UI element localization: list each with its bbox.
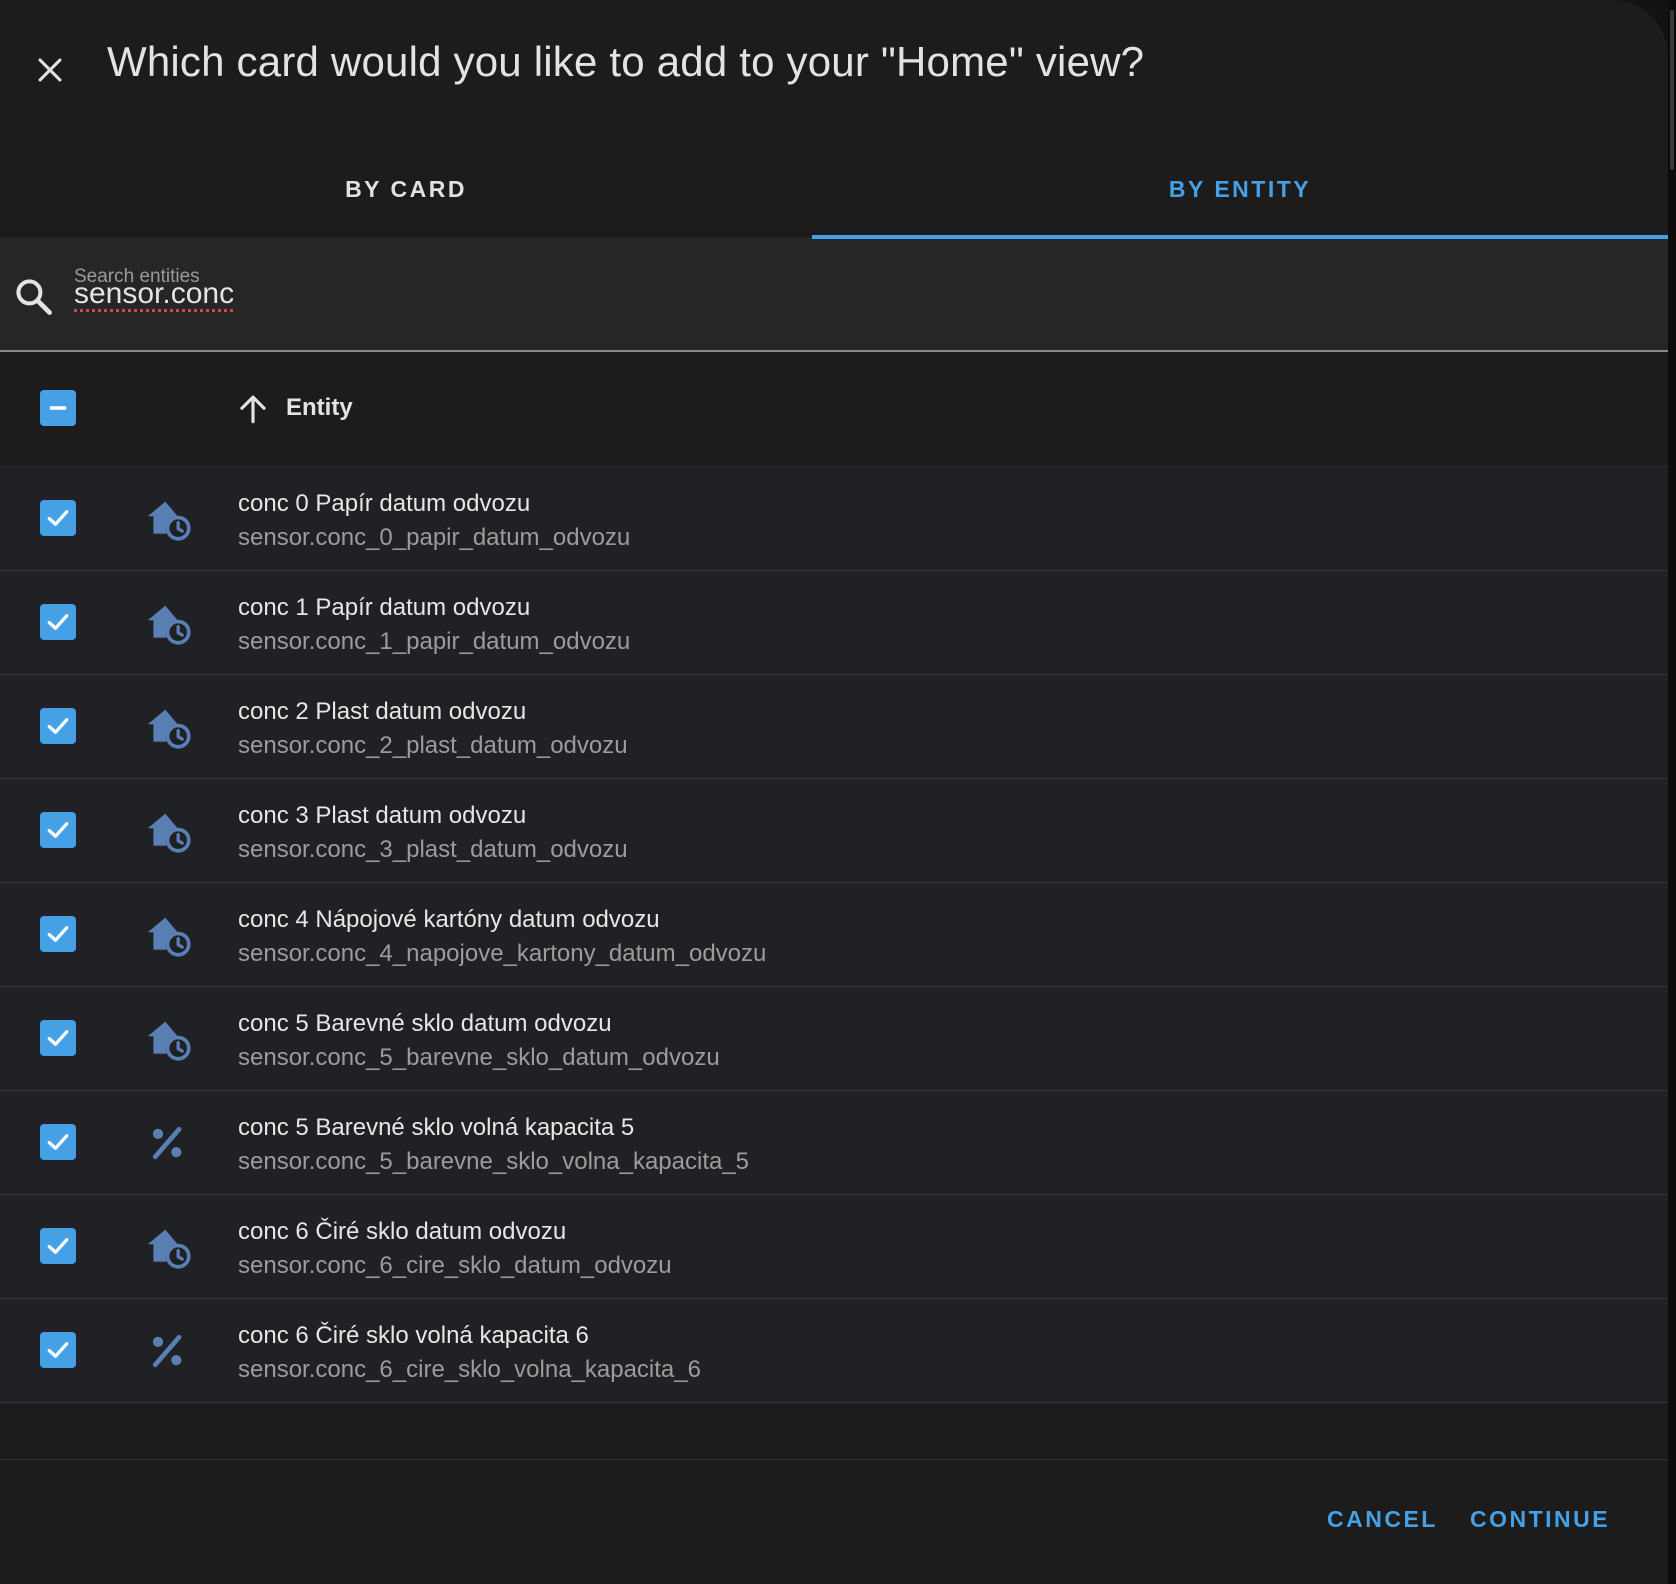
row-checkbox[interactable] [40, 604, 76, 640]
row-checkbox[interactable] [40, 1228, 76, 1264]
table-body: conc 0 Papír datum odvozu sensor.conc_0_p… [0, 467, 1668, 1403]
continue-button[interactable]: CONTINUE [1470, 1506, 1610, 1533]
tab-by-card[interactable]: BY CARD [0, 140, 812, 238]
entity-name: conc 6 Čiré sklo datum odvozu [238, 1218, 567, 1245]
checkmark-icon [47, 1238, 69, 1254]
table-row[interactable]: conc 2 Plast datum odvozu sensor.conc_2_p… [0, 675, 1668, 779]
checkmark-icon [47, 510, 69, 526]
entity-id: sensor.conc_5_barevne_sklo_volna_kapacit… [238, 1148, 750, 1175]
table-row[interactable]: conc 5 Barevné sklo volná kapacita 5 sens… [0, 1091, 1668, 1195]
row-checkbox[interactable] [40, 1020, 76, 1056]
add-card-dialog: Which card would you like to add to your… [0, 0, 1668, 1584]
table-row[interactable]: conc 0 Papír datum odvozu sensor.conc_0_p… [0, 467, 1668, 571]
search-field[interactable]: Search entities sensor.conc [0, 239, 1668, 352]
checkmark-icon [47, 718, 69, 734]
row-checkbox[interactable] [40, 916, 76, 952]
entity-name: conc 4 Nápojové kartóny datum odvozu [238, 906, 660, 933]
table-row[interactable]: conc 6 Čiré sklo volná kapacita 6 sensor.… [0, 1299, 1668, 1403]
row-checkbox[interactable] [40, 1332, 76, 1368]
entity-name: conc 6 Čiré sklo volná kapacita 6 [238, 1322, 589, 1349]
entity-column-header[interactable]: Entity [286, 394, 353, 422]
home-clock-icon [147, 813, 191, 853]
entity-name: conc 5 Barevné sklo datum odvozu [238, 1010, 612, 1037]
home-clock-icon [147, 605, 191, 645]
checkmark-icon [47, 1342, 69, 1358]
dialog-title: Which card would you like to add to your… [107, 38, 1145, 85]
table-row[interactable]: conc 4 Nápojové kartóny datum odvozu sens… [0, 883, 1668, 987]
entity-id: sensor.conc_6_cire_sklo_datum_odvozu [238, 1252, 672, 1279]
dialog-footer: CANCEL CONTINUE [0, 1460, 1668, 1584]
tab-bar: BY CARD BY ENTITY [0, 140, 1668, 239]
entity-name: conc 2 Plast datum odvozu [238, 698, 527, 725]
tab-by-entity[interactable]: BY ENTITY [812, 140, 1668, 238]
entity-id: sensor.conc_0_papir_datum_odvozu [238, 524, 631, 551]
dialog-header: Which card would you like to add to your… [0, 0, 1668, 140]
window-scrollbar[interactable] [1668, 0, 1676, 1584]
percent-icon [152, 1126, 182, 1160]
close-icon [38, 58, 62, 82]
percent-icon [152, 1334, 182, 1368]
minus-icon [49, 406, 67, 410]
search-input[interactable]: sensor.conc [74, 277, 234, 311]
arrow-up-icon[interactable] [234, 390, 272, 428]
search-icon [16, 279, 52, 315]
checkmark-icon [47, 926, 69, 942]
entity-id: sensor.conc_4_napojove_kartony_datum_odv… [238, 940, 767, 967]
home-clock-icon [147, 709, 191, 749]
table-header: Entity [0, 352, 1668, 467]
entity-id: sensor.conc_5_barevne_sklo_datum_odvozu [238, 1044, 720, 1071]
checkmark-icon [47, 1134, 69, 1150]
home-clock-icon [147, 1229, 191, 1269]
home-clock-icon [147, 1021, 191, 1061]
entity-id: sensor.conc_6_cire_sklo_volna_kapacita_6 [238, 1356, 701, 1383]
table-row[interactable]: conc 1 Papír datum odvozu sensor.conc_1_p… [0, 571, 1668, 675]
entity-id: sensor.conc_1_papir_datum_odvozu [238, 628, 631, 655]
home-clock-icon [147, 501, 191, 541]
row-checkbox[interactable] [40, 812, 76, 848]
entity-name: conc 1 Papír datum odvozu [238, 594, 531, 621]
entity-id: sensor.conc_3_plast_datum_odvozu [238, 836, 628, 863]
home-clock-icon [147, 917, 191, 957]
entity-name: conc 5 Barevné sklo volná kapacita 5 [238, 1114, 635, 1141]
select-all-checkbox[interactable] [40, 390, 76, 426]
checkmark-icon [47, 1030, 69, 1046]
close-button[interactable] [24, 44, 76, 96]
entity-name: conc 0 Papír datum odvozu [238, 490, 531, 517]
row-checkbox[interactable] [40, 1124, 76, 1160]
table-row[interactable]: conc 6 Čiré sklo datum odvozu sensor.conc… [0, 1195, 1668, 1299]
checkmark-icon [47, 822, 69, 838]
entity-table: Entity conc 0 Papír datum odvozu sensor.c… [0, 352, 1668, 1403]
row-checkbox[interactable] [40, 708, 76, 744]
row-checkbox[interactable] [40, 500, 76, 536]
table-row[interactable]: conc 3 Plast datum odvozu sensor.conc_3_p… [0, 779, 1668, 883]
cancel-button[interactable]: CANCEL [1327, 1506, 1438, 1533]
entity-name: conc 3 Plast datum odvozu [238, 802, 527, 829]
table-row[interactable]: conc 5 Barevné sklo datum odvozu sensor.c… [0, 987, 1668, 1091]
checkmark-icon [47, 614, 69, 630]
entity-id: sensor.conc_2_plast_datum_odvozu [238, 732, 628, 759]
